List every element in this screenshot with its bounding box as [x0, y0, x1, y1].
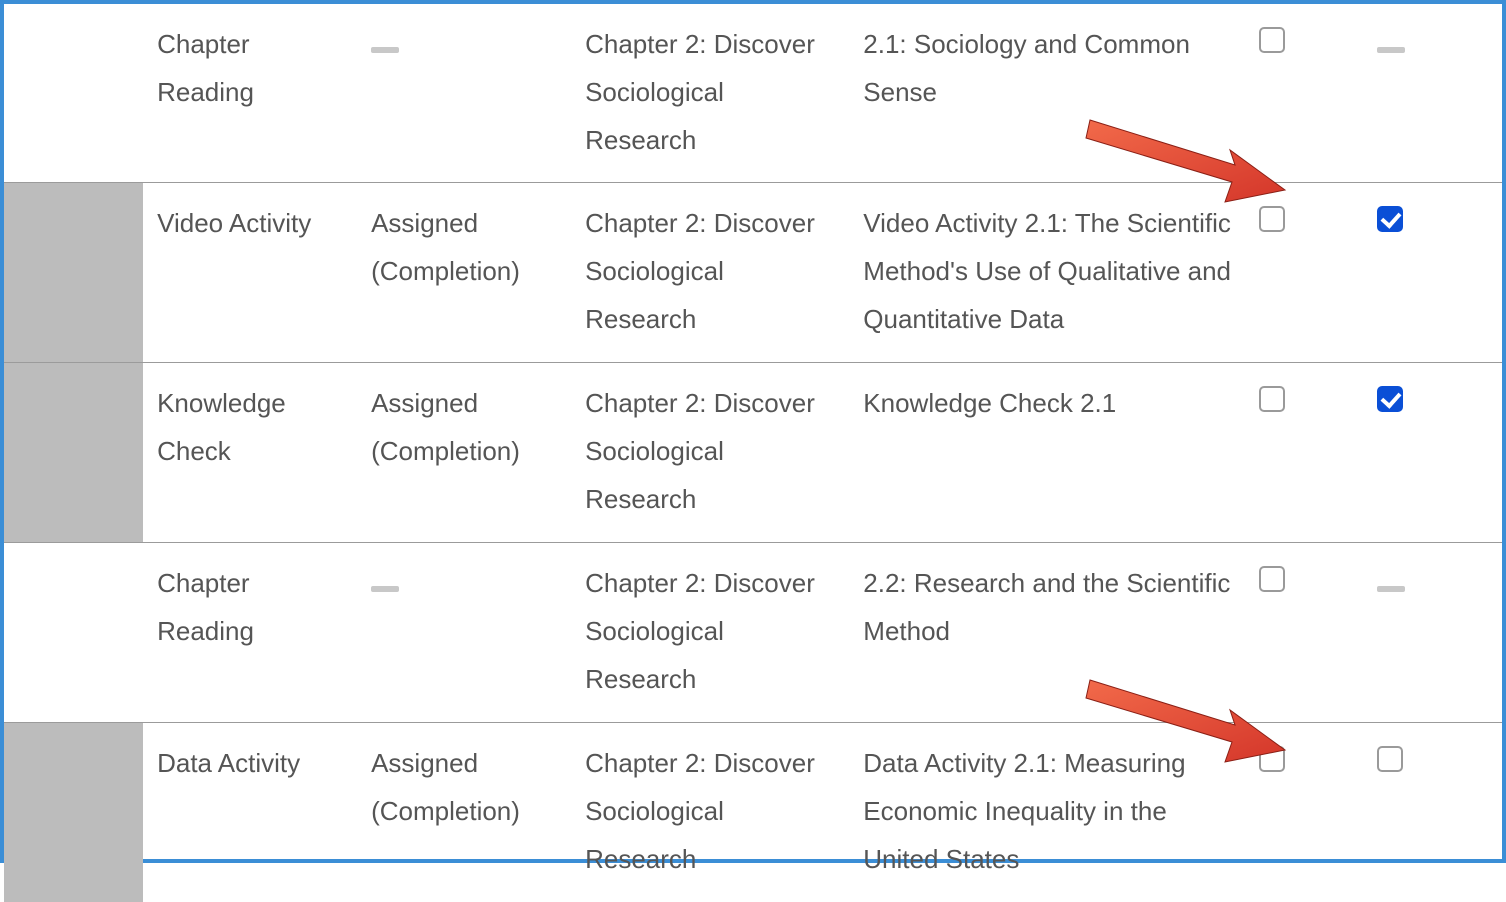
chapter-name: Chapter 2: Discover Sociological Researc… — [571, 363, 849, 543]
select-checkbox[interactable] — [1259, 386, 1285, 412]
row-marker — [4, 4, 143, 183]
activity-title: 2.1: Sociology and Common Sense — [849, 4, 1245, 183]
table-row: Chapter Reading Chapter 2: Discover Socio… — [4, 4, 1502, 183]
window-frame: Chapter Reading Chapter 2: Discover Socio… — [0, 0, 1506, 863]
chapter-name: Chapter 2: Discover Sociological Researc… — [571, 4, 849, 183]
activity-title: Knowledge Check 2.1 — [849, 363, 1245, 543]
row-marker — [4, 183, 143, 363]
activity-table: Chapter Reading Chapter 2: Discover Socio… — [4, 4, 1502, 902]
chapter-name: Chapter 2: Discover Sociological Researc… — [571, 543, 849, 722]
assignment-status — [357, 543, 571, 722]
select-checkbox[interactable] — [1259, 27, 1285, 53]
assign-checkbox[interactable] — [1377, 746, 1403, 772]
select-checkbox[interactable] — [1259, 746, 1285, 772]
activity-type: Video Activity — [143, 183, 357, 363]
row-marker — [4, 363, 143, 543]
activity-type: Chapter Reading — [143, 543, 357, 722]
selection-marker — [4, 723, 143, 902]
dash-icon — [1377, 47, 1405, 53]
activity-type: Knowledge Check — [143, 363, 357, 543]
selection-marker — [4, 183, 143, 362]
assign-checkbox[interactable] — [1377, 206, 1403, 232]
activity-title: Video Activity 2.1: The Scientific Metho… — [849, 183, 1245, 363]
assignment-status: Assigned (Completion) — [357, 722, 571, 902]
select-checkbox[interactable] — [1259, 206, 1285, 232]
dash-icon — [1377, 586, 1405, 592]
row-marker — [4, 722, 143, 902]
assignment-status: Assigned (Completion) — [357, 183, 571, 363]
activity-type: Data Activity — [143, 722, 357, 902]
row-marker — [4, 543, 143, 722]
assign-checkbox[interactable] — [1377, 386, 1403, 412]
assignment-status: Assigned (Completion) — [357, 363, 571, 543]
table-row: Knowledge CheckAssigned (Completion)Chap… — [4, 363, 1502, 543]
chapter-name: Chapter 2: Discover Sociological Researc… — [571, 722, 849, 902]
dash-icon — [371, 586, 399, 592]
table-row: Data ActivityAssigned (Completion)Chapte… — [4, 722, 1502, 902]
activity-type: Chapter Reading — [143, 4, 357, 183]
chapter-name: Chapter 2: Discover Sociological Researc… — [571, 183, 849, 363]
dash-icon — [371, 47, 399, 53]
assignment-status — [357, 4, 571, 183]
table-row: Chapter Reading Chapter 2: Discover Socio… — [4, 543, 1502, 722]
table-row: Video ActivityAssigned (Completion)Chapt… — [4, 183, 1502, 363]
selection-marker — [4, 363, 143, 542]
activity-title: Data Activity 2.1: Measuring Economic In… — [849, 722, 1245, 902]
activity-title: 2.2: Research and the Scientific Method — [849, 543, 1245, 722]
select-checkbox[interactable] — [1259, 566, 1285, 592]
